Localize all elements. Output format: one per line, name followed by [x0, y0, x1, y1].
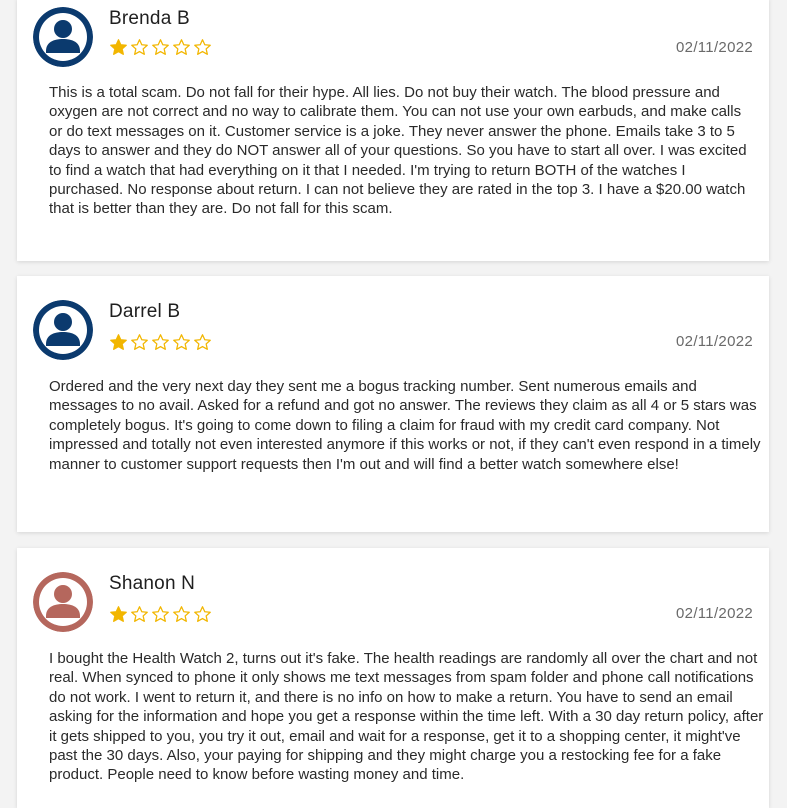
star-empty-icon: [131, 39, 148, 55]
user-avatar-icon: [33, 7, 93, 67]
review-card: Shanon N 02/11/2022 I bought the Health …: [17, 548, 769, 808]
star-empty-icon: [173, 334, 190, 350]
review-date: 02/11/2022: [676, 605, 753, 622]
star-filled-icon: [110, 39, 127, 55]
reviewer-name: Brenda B: [109, 8, 190, 29]
star-empty-icon: [194, 606, 211, 622]
user-avatar-icon: [33, 572, 93, 632]
review-card: Darrel B 02/11/2022 Ordered and the very…: [17, 276, 769, 532]
star-empty-icon: [152, 606, 169, 622]
star-empty-icon: [194, 334, 211, 350]
star-empty-icon: [152, 39, 169, 55]
star-rating: [109, 333, 212, 352]
star-empty-icon: [173, 606, 190, 622]
review-text: Ordered and the very next day they sent …: [49, 378, 761, 473]
user-avatar-icon: [33, 300, 93, 360]
star-empty-icon: [173, 39, 190, 55]
review-text: I bought the Health Watch 2, turns out i…: [49, 650, 764, 784]
star-filled-icon: [110, 334, 127, 350]
review-card: Brenda B 02/11/2022 This is a total scam…: [17, 0, 769, 261]
review-date: 02/11/2022: [676, 333, 753, 350]
star-empty-icon: [194, 39, 211, 55]
star-rating: [109, 605, 212, 624]
reviewer-name: Shanon N: [109, 573, 196, 594]
star-empty-icon: [152, 334, 169, 350]
reviewer-name: Darrel B: [109, 301, 181, 322]
review-text: This is a total scam. Do not fall for th…: [49, 84, 747, 218]
review-date: 02/11/2022: [676, 39, 753, 56]
star-empty-icon: [131, 606, 148, 622]
star-rating: [109, 38, 212, 57]
star-filled-icon: [110, 606, 127, 622]
star-empty-icon: [131, 334, 148, 350]
